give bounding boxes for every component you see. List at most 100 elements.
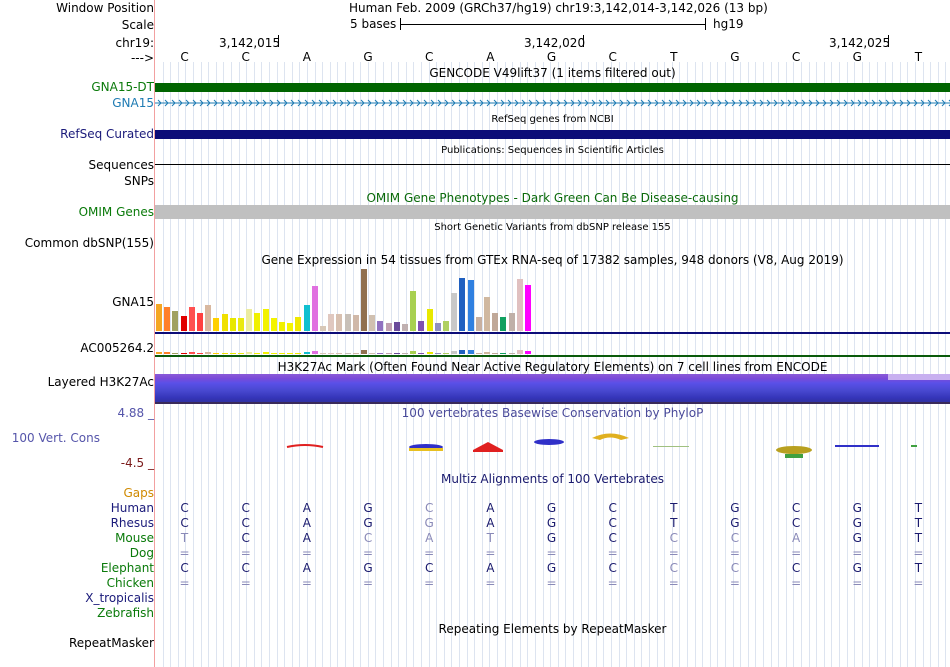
gtex-tissue-bar[interactable]: [484, 297, 490, 331]
gtex-tissue-bar-2[interactable]: [377, 353, 384, 354]
gtex-gene-ac005264[interactable]: AC005264.2: [80, 341, 154, 355]
gtex-tissue-bar[interactable]: [180, 316, 187, 331]
gtex-tissue-bar[interactable]: [172, 311, 179, 331]
gencode-item-gna15-dt[interactable]: GNA15-DT: [91, 80, 154, 94]
gtex-tissue-bar[interactable]: [467, 280, 474, 331]
gtex-gene-gna15[interactable]: GNA15: [112, 295, 154, 309]
gtex-tissue-bar-2[interactable]: [254, 353, 261, 354]
gtex-tissue-bar[interactable]: [492, 313, 499, 331]
gtex-tissue-bar-2[interactable]: [213, 353, 220, 354]
gtex-tissue-bar-2[interactable]: [484, 352, 490, 354]
gtex-tissue-bar-2[interactable]: [344, 353, 351, 354]
gtex-tissue-bar[interactable]: [434, 323, 441, 331]
gtex-tissue-bar-2[interactable]: [451, 351, 458, 354]
gencode-bar-gna15-dt[interactable]: [155, 83, 950, 92]
gtex-tissue-bar[interactable]: [311, 286, 318, 331]
gtex-tissue-bar-2[interactable]: [320, 353, 326, 354]
gtex-tissue-bar[interactable]: [197, 313, 203, 331]
gtex-tissue-bar-2[interactable]: [303, 352, 310, 354]
gtex-tissue-bar[interactable]: [287, 323, 294, 331]
gtex-tissue-bar-2[interactable]: [311, 351, 318, 354]
gtex-tissue-bar[interactable]: [188, 307, 195, 331]
gtex-tissue-bar[interactable]: [426, 309, 433, 331]
gtex-tissue-bar-2[interactable]: [393, 353, 400, 354]
gtex-tissue-bar-2[interactable]: [418, 353, 425, 354]
gtex-tissue-bar[interactable]: [525, 285, 531, 331]
gtex-tissue-bar-2[interactable]: [164, 352, 171, 354]
gtex-tissue-bar-2[interactable]: [434, 353, 441, 354]
gtex-tissue-bar[interactable]: [205, 305, 212, 331]
gaps-label[interactable]: Gaps: [123, 486, 154, 500]
repeat-label[interactable]: RepeatMasker: [69, 636, 154, 650]
gtex-tissue-bar[interactable]: [377, 321, 384, 331]
gtex-tissue-bar[interactable]: [295, 317, 302, 331]
gtex-tissue-bar[interactable]: [500, 317, 507, 331]
multiz-species-human[interactable]: Human: [111, 501, 154, 515]
h3k27-label[interactable]: Layered H3K27Ac: [48, 375, 154, 389]
gtex-tissue-bar-2[interactable]: [328, 353, 335, 354]
gtex-tissue-bar[interactable]: [369, 315, 376, 331]
gtex-tissue-bar[interactable]: [402, 324, 408, 331]
omim-bar[interactable]: [155, 205, 950, 219]
gtex-tissue-bar[interactable]: [393, 322, 400, 331]
gtex-tissue-bar-2[interactable]: [443, 353, 449, 354]
gtex-tissue-bar[interactable]: [508, 313, 515, 331]
snps-label[interactable]: SNPs: [124, 174, 154, 188]
multiz-species-rhesus[interactable]: Rhesus: [111, 516, 154, 530]
gtex-tissue-bar-2[interactable]: [172, 353, 179, 354]
gtex-tissue-bar-2[interactable]: [279, 353, 285, 354]
gtex-tissue-bar[interactable]: [516, 279, 523, 331]
gtex-tissue-bar-2[interactable]: [426, 352, 433, 354]
gtex-tissue-bar[interactable]: [262, 309, 269, 331]
gtex-tissue-bar[interactable]: [459, 278, 466, 331]
gtex-tissue-bar[interactable]: [254, 313, 261, 331]
refseq-label[interactable]: RefSeq Curated: [60, 127, 154, 141]
gtex-tissue-bar[interactable]: [443, 321, 449, 331]
gtex-tissue-bar[interactable]: [352, 315, 359, 331]
gtex-tissue-bar[interactable]: [246, 309, 253, 331]
multiz-species-x_tropicalis[interactable]: X_tropicalis: [85, 591, 154, 605]
gtex-tissue-bar-2[interactable]: [500, 353, 507, 354]
refseq-bar-gna15[interactable]: [155, 130, 950, 139]
gtex-tissue-bar[interactable]: [279, 322, 285, 331]
gtex-tissue-bar[interactable]: [320, 326, 326, 331]
multiz-species-zebrafish[interactable]: Zebrafish: [97, 606, 154, 620]
gtex-tissue-bar-2[interactable]: [352, 353, 359, 354]
gtex-tissue-bar-2[interactable]: [221, 353, 228, 354]
gtex-tissue-bar-2[interactable]: [197, 353, 203, 354]
gtex-tissue-bar[interactable]: [229, 318, 236, 331]
gtex-tissue-bar-2[interactable]: [361, 350, 367, 354]
multiz-species-elephant[interactable]: Elephant: [101, 561, 154, 575]
gtex-tissue-bar-2[interactable]: [525, 351, 531, 354]
gtex-tissue-bar-2[interactable]: [516, 350, 523, 354]
pubs-label[interactable]: Sequences: [89, 158, 154, 172]
gtex-tissue-bar-2[interactable]: [205, 352, 212, 354]
gtex-tissue-bar[interactable]: [385, 323, 392, 331]
gencode-item-gna15[interactable]: GNA15: [112, 96, 154, 110]
gtex-tissue-bar-2[interactable]: [270, 353, 277, 354]
gtex-tissue-bar-2[interactable]: [180, 353, 187, 354]
gtex-tissue-bar-2[interactable]: [492, 353, 499, 354]
gtex-tissue-bar-2[interactable]: [410, 351, 417, 354]
gtex-tissue-bar-2[interactable]: [188, 352, 195, 354]
gtex-tissue-bar[interactable]: [328, 314, 335, 331]
gencode-bar-gna15[interactable]: [155, 98, 950, 108]
gtex-tissue-bar[interactable]: [344, 314, 351, 331]
gtex-tissue-bar-2[interactable]: [475, 353, 482, 354]
gtex-tissue-bar[interactable]: [475, 317, 482, 331]
gtex-tissue-bar-2[interactable]: [508, 353, 515, 354]
multiz-species-dog[interactable]: Dog: [130, 546, 154, 560]
gtex-tissue-bar[interactable]: [238, 318, 244, 331]
gtex-tissue-bar-2[interactable]: [459, 350, 466, 354]
cons-logo[interactable]: [155, 425, 950, 465]
gtex-tissue-bar[interactable]: [303, 305, 310, 331]
gtex-tissue-bar[interactable]: [336, 314, 343, 331]
multiz-species-mouse[interactable]: Mouse: [115, 531, 154, 545]
gtex-tissue-bar-2[interactable]: [246, 352, 253, 354]
gtex-tissue-bar-2[interactable]: [156, 352, 162, 354]
gtex-tissue-bar-2[interactable]: [287, 353, 294, 354]
gtex-tissue-bar[interactable]: [270, 318, 277, 331]
gtex-tissue-bar-2[interactable]: [402, 353, 408, 354]
gtex-tissue-bar[interactable]: [361, 269, 367, 331]
omim-label[interactable]: OMIM Genes: [79, 205, 154, 219]
